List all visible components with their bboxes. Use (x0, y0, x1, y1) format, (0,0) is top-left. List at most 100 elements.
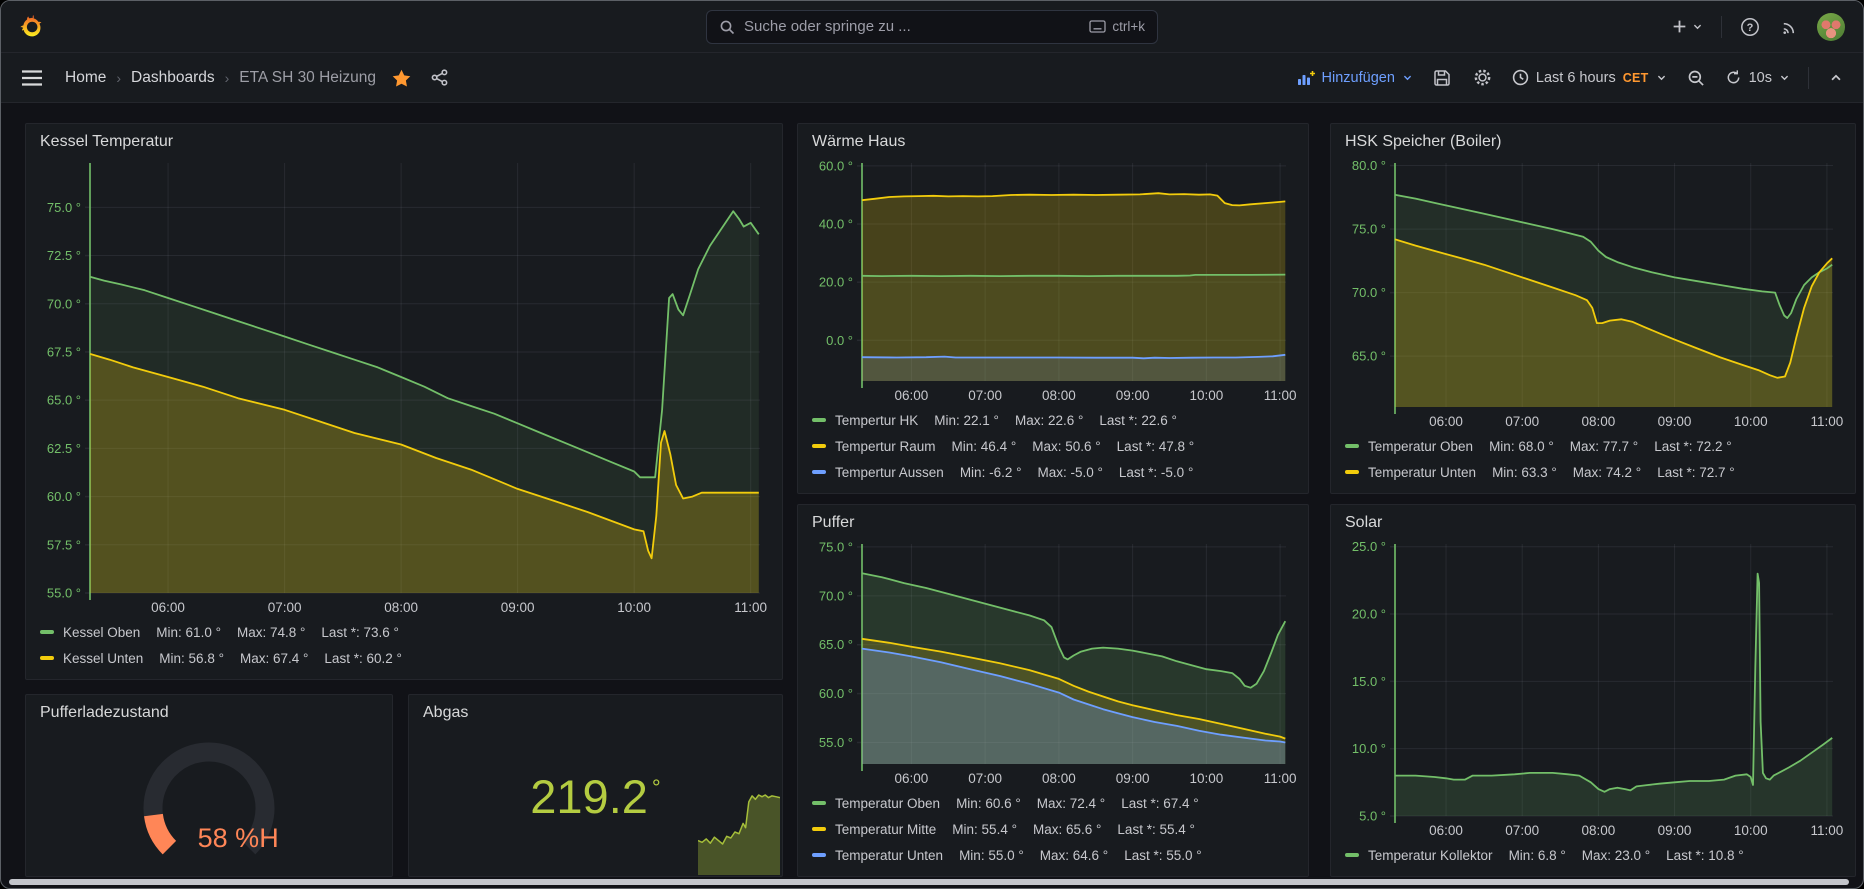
legend-series-label[interactable]: Kessel Unten (63, 651, 143, 666)
dashboard-toolbar: Home › Dashboards › ETA SH 30 Heizung (1, 53, 1863, 103)
horizontal-scrollbar[interactable] (9, 879, 1849, 885)
svg-text:67.5 °: 67.5 ° (47, 344, 81, 359)
divider (1808, 67, 1809, 89)
legend-series-label[interactable]: Temperatur Mitte (835, 822, 936, 837)
svg-text:55.0 °: 55.0 ° (819, 735, 853, 750)
time-series-chart[interactable]: 06:0007:0008:0009:0010:0011:0055.0 °60.0… (804, 536, 1298, 790)
svg-text:09:00: 09:00 (1658, 823, 1692, 838)
svg-text:60.0 °: 60.0 ° (819, 158, 853, 173)
clock-icon (1512, 69, 1529, 86)
chevron-down-icon (1656, 72, 1667, 83)
svg-text:09:00: 09:00 (501, 600, 535, 615)
legend-item[interactable]: Tempertur AussenMin: -6.2 °Max: -5.0 °La… (812, 459, 1294, 485)
time-range-picker[interactable]: Last 6 hours CET (1512, 69, 1667, 86)
panel-kessel-temperatur: Kessel Temperatur 06:0007:0008:0009:0010… (25, 123, 783, 680)
time-series-chart[interactable]: 06:0007:0008:0009:0010:0011:005.0 °10.0 … (1337, 536, 1845, 842)
legend-series-label[interactable]: Tempertur Raum (835, 439, 936, 454)
chart-legend: Temperatur ObenMin: 60.6 °Max: 72.4 °Las… (798, 790, 1308, 876)
divider (1721, 16, 1722, 38)
news-button[interactable] (1778, 15, 1801, 38)
chart-legend: Kessel ObenMin: 61.0 °Max: 74.8 °Last *:… (26, 619, 782, 679)
legend-stat: Min: 55.4 ° (952, 822, 1017, 837)
gear-icon (1473, 68, 1492, 87)
legend-swatch (812, 801, 826, 805)
save-icon (1433, 69, 1451, 87)
legend-item[interactable]: Temperatur UntenMin: 63.3 °Max: 74.2 °La… (1345, 459, 1841, 485)
gauge-chart[interactable]: 58 %H (26, 724, 392, 876)
help-button[interactable]: ? (1738, 15, 1762, 39)
legend-series-label[interactable]: Kessel Oben (63, 625, 140, 640)
breadcrumb: Home › Dashboards › ETA SH 30 Heizung (65, 69, 448, 87)
breadcrumb-home[interactable]: Home (65, 69, 106, 87)
panel-title[interactable]: Kessel Temperatur (26, 124, 782, 153)
time-series-chart[interactable]: 06:0007:0008:0009:0010:0011:0055.0 °57.5… (32, 155, 772, 619)
time-series-chart[interactable]: 06:0007:0008:0009:0010:0011:0065.0 °70.0… (1337, 155, 1845, 433)
svg-text:06:00: 06:00 (895, 771, 929, 786)
svg-text:70.0 °: 70.0 ° (819, 588, 853, 603)
legend-item[interactable]: Temperatur MitteMin: 55.4 °Max: 65.6 °La… (812, 816, 1294, 842)
breadcrumb-dashboards[interactable]: Dashboards (131, 69, 215, 87)
svg-text:60.0 °: 60.0 ° (819, 686, 853, 701)
favorite-star-icon[interactable] (392, 69, 411, 87)
panel-title[interactable]: Pufferladezustand (26, 695, 392, 724)
panel-title[interactable]: Solar (1331, 505, 1855, 534)
share-icon[interactable] (431, 69, 448, 86)
dashboard-settings-button[interactable] (1471, 66, 1494, 89)
legend-stat: Min: 55.0 ° (959, 848, 1024, 863)
legend-stat: Last *: 22.6 ° (1099, 413, 1176, 428)
plus-icon (1671, 18, 1688, 35)
svg-text:40.0 °: 40.0 ° (819, 217, 853, 232)
save-dashboard-button[interactable] (1431, 67, 1453, 89)
legend-item[interactable]: Temperatur ObenMin: 68.0 °Max: 77.7 °Las… (1345, 433, 1841, 459)
legend-stat: Max: 67.4 ° (240, 651, 308, 666)
svg-text:65.0 °: 65.0 ° (47, 393, 81, 408)
legend-stat: Min: 46.4 ° (952, 439, 1017, 454)
legend-series-label[interactable]: Temperatur Oben (1368, 439, 1473, 454)
svg-text:80.0 °: 80.0 ° (1352, 158, 1386, 173)
time-series-chart[interactable]: 06:0007:0008:0009:0010:0011:000.0 °20.0 … (804, 155, 1298, 407)
legend-series-label[interactable]: Temperatur Kollektor (1368, 848, 1493, 863)
legend-item[interactable]: Tempertur HKMin: 22.1 °Max: 22.6 °Last *… (812, 407, 1294, 433)
legend-series-label[interactable]: Temperatur Unten (835, 848, 943, 863)
svg-text:07:00: 07:00 (968, 771, 1002, 786)
legend-stat: Max: 74.8 ° (237, 625, 305, 640)
svg-text:72.5 °: 72.5 ° (47, 248, 81, 263)
panel-title[interactable]: HSK Speicher (Boiler) (1331, 124, 1855, 153)
mega-menu-button[interactable] (19, 67, 45, 89)
legend-item[interactable]: Kessel UntenMin: 56.8 °Max: 67.4 °Last *… (40, 645, 768, 671)
legend-item[interactable]: Temperatur UntenMin: 55.0 °Max: 64.6 °La… (812, 842, 1294, 868)
legend-item[interactable]: Kessel ObenMin: 61.0 °Max: 74.8 °Last *:… (40, 619, 768, 645)
svg-text:06:00: 06:00 (151, 600, 185, 615)
panel-title[interactable]: Wärme Haus (798, 124, 1308, 153)
svg-text:11:00: 11:00 (1264, 771, 1297, 786)
legend-item[interactable]: Temperatur KollektorMin: 6.8 °Max: 23.0 … (1345, 842, 1841, 868)
chart-legend: Tempertur HKMin: 22.1 °Max: 22.6 °Last *… (798, 407, 1308, 493)
chart-legend: Temperatur ObenMin: 68.0 °Max: 77.7 °Las… (1331, 433, 1855, 493)
panel-waerme-haus: Wärme Haus 06:0007:0008:0009:0010:0011:0… (797, 123, 1309, 494)
dashboard-grid: Kessel Temperatur 06:0007:0008:0009:0010… (1, 103, 1864, 883)
legend-item[interactable]: Tempertur RaumMin: 46.4 °Max: 50.6 °Last… (812, 433, 1294, 459)
panel-title[interactable]: Puffer (798, 505, 1308, 534)
svg-text:08:00: 08:00 (1042, 771, 1076, 786)
add-panel-button[interactable]: Hinzufügen (1297, 70, 1413, 86)
legend-item[interactable]: Temperatur ObenMin: 60.6 °Max: 72.4 °Las… (812, 790, 1294, 816)
legend-series-label[interactable]: Tempertur Aussen (835, 465, 944, 480)
svg-text:07:00: 07:00 (1505, 823, 1539, 838)
stat-value: 219.2° (530, 773, 660, 820)
search-input[interactable]: Suche oder springe zu ... ctrl+k (706, 10, 1158, 44)
legend-series-label[interactable]: Temperatur Unten (1368, 465, 1476, 480)
breadcrumb-separator: › (116, 70, 121, 86)
legend-series-label[interactable]: Tempertur HK (835, 413, 918, 428)
panel-title[interactable]: Abgas (409, 695, 782, 724)
zoom-out-icon (1687, 69, 1705, 87)
zoom-out-button[interactable] (1685, 67, 1707, 89)
collapse-toolbar-button[interactable] (1827, 69, 1845, 87)
chevron-down-icon (1402, 72, 1413, 83)
refresh-picker[interactable]: 10s (1725, 69, 1790, 86)
rss-icon (1780, 17, 1799, 36)
legend-series-label[interactable]: Temperatur Oben (835, 796, 940, 811)
stat-chart[interactable]: 219.2° (409, 724, 782, 876)
user-avatar[interactable] (1817, 13, 1845, 41)
svg-text:08:00: 08:00 (1042, 388, 1076, 403)
new-menu-button[interactable] (1669, 16, 1705, 37)
